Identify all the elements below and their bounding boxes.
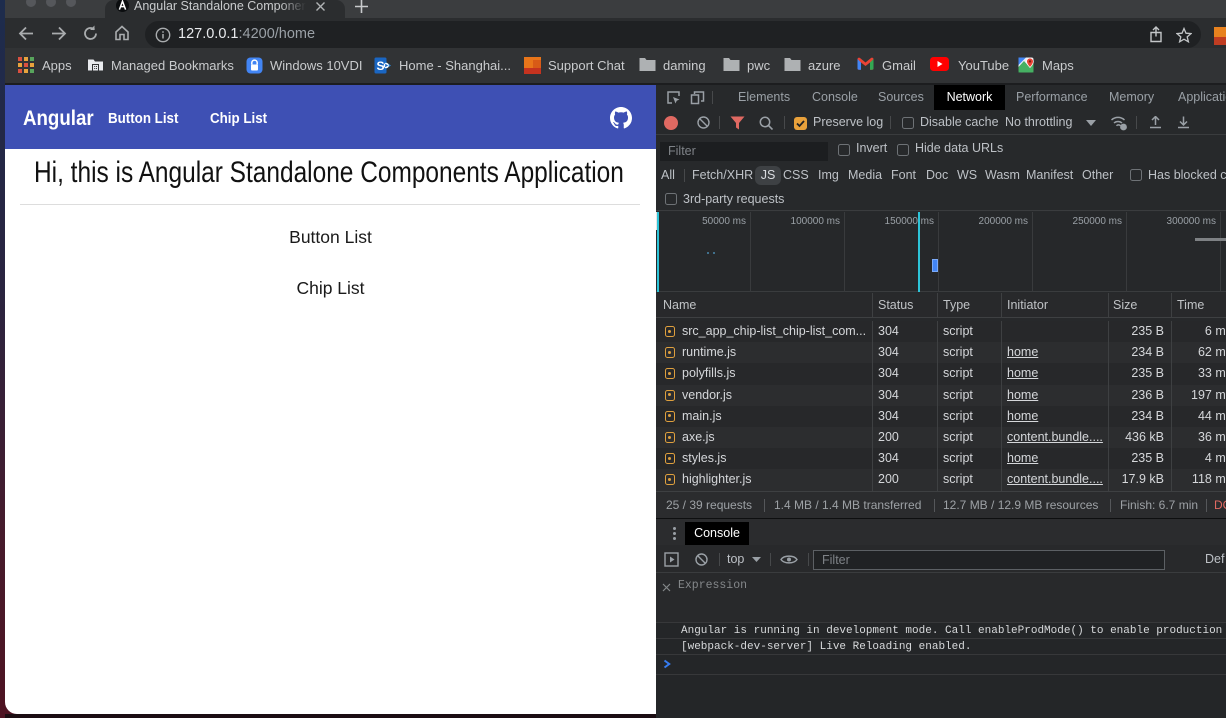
svg-text:S: S (376, 59, 384, 73)
